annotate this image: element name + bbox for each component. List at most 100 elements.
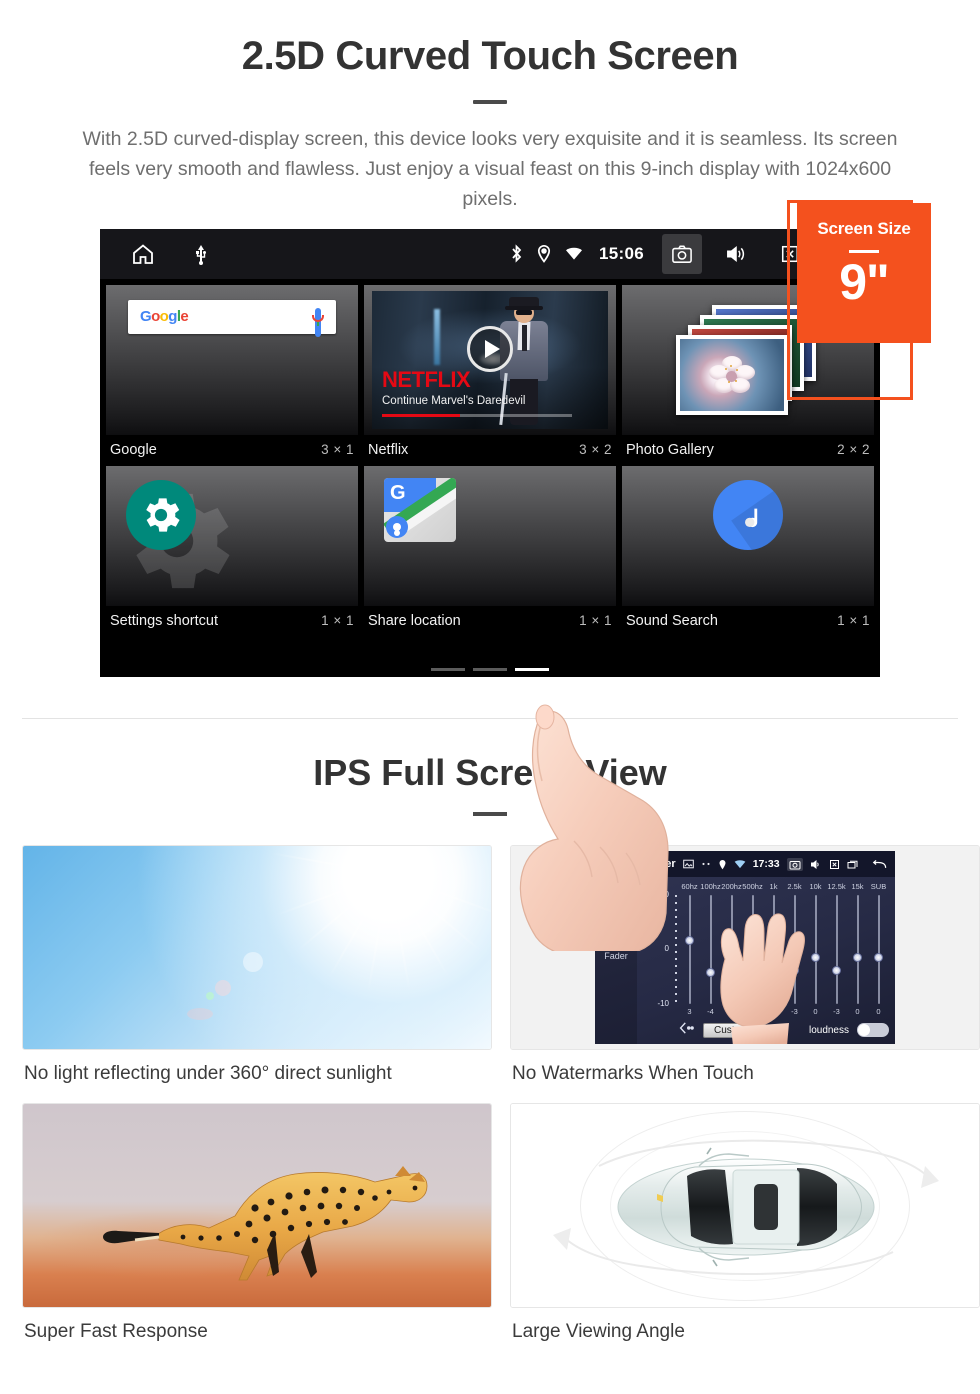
sliders-icon[interactable] [605, 883, 627, 906]
google-maps-icon[interactable]: G [384, 477, 456, 542]
amplifier-equalizer-screenshot: Amplifier 17:33 Balance Fader 60hz 100hz… [510, 845, 980, 1050]
feature-caption: Super Fast Response [24, 1321, 208, 1342]
screen-size-label: Screen Size [817, 219, 911, 238]
eq-slider[interactable] [826, 895, 847, 1004]
settings-gear-icon[interactable] [126, 479, 196, 550]
eq-value: 0 [876, 1007, 881, 1016]
widget-share-location[interactable]: G Share location 1 × 1 [364, 465, 616, 637]
netflix-artwork: NETFLIX Continue Marvel's Daredevil [372, 290, 608, 429]
equalizer-scale: 10 0 -10 [653, 890, 677, 1008]
widget-label: Share location 1 × 1 [364, 606, 616, 637]
play-icon[interactable] [467, 325, 513, 372]
netflix-subtitle: Continue Marvel's Daredevil [382, 394, 526, 407]
microphone-icon[interactable] [312, 307, 324, 337]
home-icon[interactable] [130, 242, 156, 266]
settings-shortcut-widget[interactable] [106, 465, 358, 606]
speaker-icon[interactable] [605, 926, 627, 949]
status-bar-left [100, 242, 208, 266]
share-location-widget[interactable]: G [364, 465, 616, 606]
widget-sound-search[interactable]: Sound Search 1 × 1 [622, 465, 874, 637]
widget-name: Photo Gallery [626, 441, 714, 458]
fader-label[interactable]: Fader [604, 951, 628, 961]
widget-size: 1 × 1 [837, 613, 870, 629]
amplifier-status-bar: Amplifier 17:33 [595, 851, 895, 877]
section-divider [22, 718, 958, 719]
screen-size-badge: Screen Size 9" [797, 203, 931, 343]
page-dot-active[interactable] [515, 667, 549, 671]
running-cheetah [22, 1103, 492, 1308]
back-arrow-icon[interactable] [872, 859, 887, 870]
device-screenshot: 15:06 Google Google 3 × 1 NETFLIX Contin… [100, 228, 880, 958]
balance-label[interactable]: Balance [600, 908, 633, 918]
car-top-view-rotation-diagram [510, 1103, 980, 1308]
widget-label: Google 3 × 1 [106, 435, 358, 466]
amplifier-sidebar: Balance Fader [595, 877, 637, 1044]
page-dot[interactable] [473, 667, 507, 671]
eq-value: 0 [855, 1007, 860, 1016]
feature-caption: No light reflecting under 360° direct su… [24, 1063, 392, 1084]
eq-slider[interactable] [847, 895, 868, 1004]
scale-mid: 0 [664, 944, 669, 954]
close-box-icon[interactable] [829, 859, 840, 870]
google-search-widget[interactable]: Google [106, 284, 358, 435]
google-logo: Google [140, 308, 189, 326]
section2-underline [473, 812, 507, 816]
netflix-progress-bar [382, 413, 572, 417]
blue-sky-with-sun-flare [22, 845, 492, 1050]
volume-icon[interactable] [810, 859, 822, 870]
music-note-icon[interactable] [713, 479, 783, 550]
status-bar-clock: 15:06 [599, 243, 644, 263]
page-dot[interactable] [431, 667, 465, 671]
widget-name: Netflix [368, 441, 409, 458]
amplifier-clock: 17:33 [752, 858, 780, 870]
eq-slider[interactable] [868, 895, 889, 1004]
loudness-toggle[interactable] [857, 1023, 889, 1037]
amplifier-screen: Amplifier 17:33 Balance Fader 60hz 100hz… [595, 851, 895, 1044]
netflix-brand: NETFLIX [382, 366, 471, 392]
scale-max: 10 [660, 890, 669, 899]
page-title: 2.5D Curved Touch Screen [241, 34, 739, 78]
widget-settings-shortcut[interactable]: Settings shortcut 1 × 1 [106, 465, 358, 637]
feature-fast-response: Super Fast Response [22, 1103, 492, 1359]
eq-slider[interactable] [679, 895, 700, 1004]
prev-arrow-icon[interactable] [679, 1021, 695, 1039]
location-pin-icon [537, 244, 551, 264]
amplifier-title: Amplifier [628, 858, 676, 870]
home-icon[interactable] [601, 858, 615, 871]
camera-icon[interactable] [786, 857, 803, 871]
recents-icon[interactable] [847, 859, 859, 870]
widget-size: 2 × 2 [837, 442, 870, 458]
feature-grid: No light reflecting under 360° direct su… [0, 845, 980, 1359]
wifi-icon [734, 859, 746, 869]
eq-value: 3 [687, 1007, 692, 1016]
band-label: 200hz [721, 882, 742, 891]
wifi-icon [565, 246, 583, 261]
usb-icon [194, 243, 208, 265]
google-search-bar[interactable]: Google [128, 299, 336, 337]
feature-caption: No Watermarks When Touch [512, 1063, 754, 1084]
equalizer-band-labels: 60hz 100hz 200hz 500hz 1k 2.5k 10k 12.5k [679, 882, 889, 891]
camera-icon[interactable] [662, 233, 702, 274]
band-label: 500hz [742, 882, 763, 891]
netflix-widget[interactable]: NETFLIX Continue Marvel's Daredevil [364, 284, 616, 435]
widget-size: 3 × 1 [321, 442, 354, 458]
eq-value: -3 [833, 1007, 840, 1016]
feature-row-1: No light reflecting under 360° direct su… [0, 845, 980, 1101]
widget-netflix[interactable]: NETFLIX Continue Marvel's Daredevil Netf… [364, 284, 616, 466]
widget-label: Sound Search 1 × 1 [622, 606, 874, 637]
scale-min: -10 [657, 999, 669, 1008]
widget-name: Share location [368, 612, 461, 629]
sound-search-widget[interactable] [622, 465, 874, 606]
bluetooth-icon [510, 244, 523, 263]
widget-google[interactable]: Google Google 3 × 1 [106, 284, 358, 466]
widget-label: Settings shortcut 1 × 1 [106, 606, 358, 637]
band-label: 2.5k [787, 882, 802, 891]
page-indicator[interactable] [100, 667, 880, 671]
widget-grid: Google Google 3 × 1 NETFLIX Continue Mar… [100, 279, 880, 637]
title-underline [473, 100, 507, 104]
open-hand-illustration [705, 901, 820, 1044]
volume-icon[interactable] [716, 234, 756, 274]
band-label: 12.5k [827, 882, 846, 891]
location-pin-icon [718, 859, 727, 870]
band-label: 100hz [700, 882, 721, 891]
